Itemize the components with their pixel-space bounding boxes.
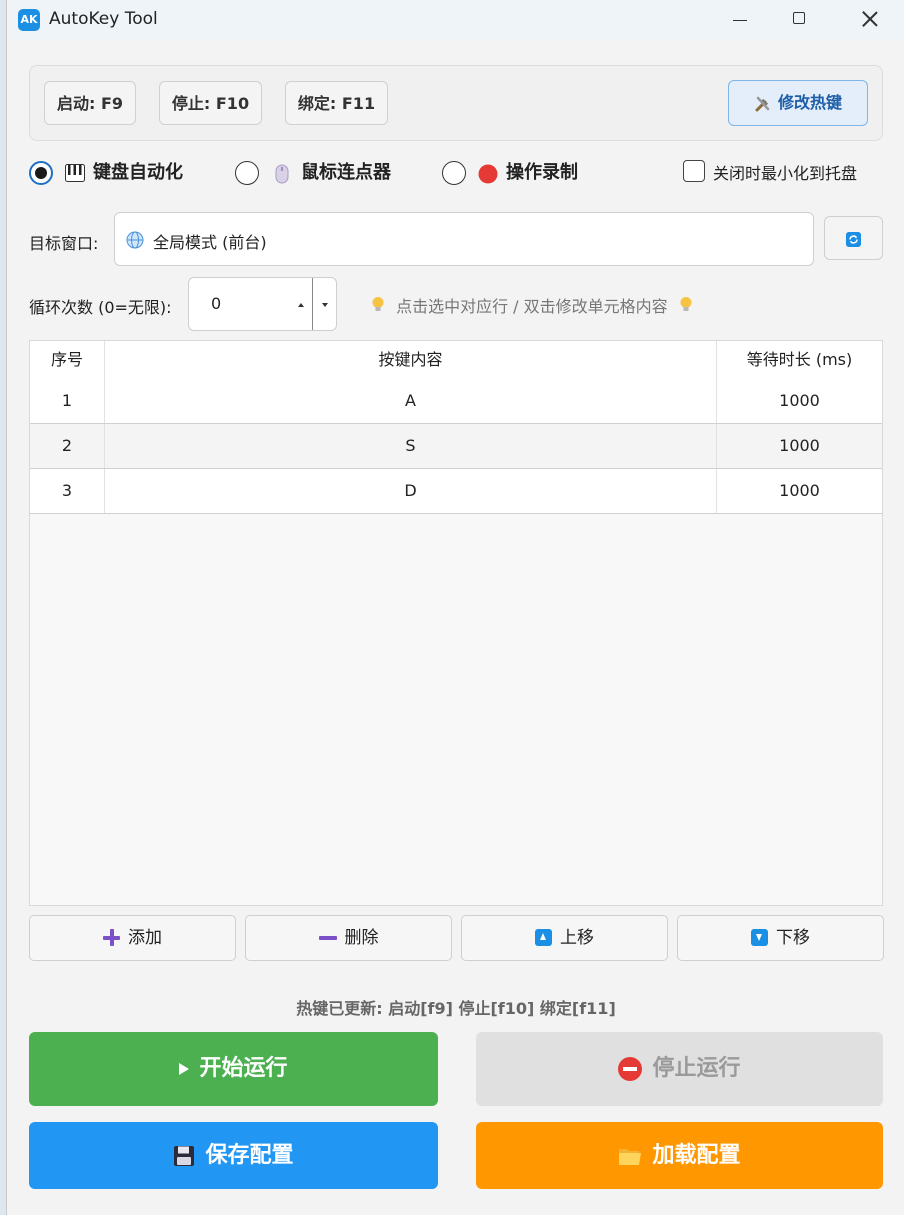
move-up-button[interactable]: 上移 [461, 915, 668, 961]
table-header: 序号 按键内容 等待时长 (ms) [30, 341, 882, 380]
globe-icon [126, 231, 144, 249]
no-entry-icon [618, 1057, 643, 1081]
table-row[interactable]: 3 D 1000 [30, 469, 882, 514]
target-window-value: 全局模式 (前台) [153, 233, 267, 252]
lightbulb-icon [680, 297, 692, 311]
hotkey-panel: 启动: F9 停止: F10 绑定: F11 修改热键 [29, 65, 883, 141]
table-row[interactable]: 2 S 1000 [30, 424, 882, 469]
radio-unchecked-icon [235, 161, 259, 185]
cell-key[interactable]: A [105, 379, 717, 423]
start-button[interactable]: 开始运行 [29, 1032, 438, 1106]
maximize-button[interactable] [777, 0, 823, 40]
delete-row-button[interactable]: 删除 [245, 915, 452, 961]
minimize-button[interactable] [717, 0, 763, 40]
tools-icon [755, 96, 770, 111]
target-window-select[interactable]: 全局模式 (前台) [114, 212, 814, 266]
maximize-icon [793, 12, 805, 24]
mode-mouse-label: 鼠标连点器 [301, 162, 391, 183]
record-icon [478, 164, 498, 184]
cell-index[interactable]: 3 [30, 469, 105, 513]
floppy-disk-icon [174, 1146, 195, 1166]
minimize-to-tray-label[interactable]: 关闭时最小化到托盘 [713, 160, 857, 184]
lightbulb-icon [372, 297, 384, 311]
target-window-label: 目标窗口: [29, 234, 99, 253]
refresh-icon [846, 232, 861, 247]
close-icon [861, 10, 879, 28]
app-window: AK AutoKey Tool 启动: F9 停止: F10 绑定: F11 修… [6, 0, 904, 1215]
cell-index[interactable]: 2 [30, 424, 105, 468]
plus-icon [103, 929, 120, 946]
refresh-window-button[interactable] [824, 216, 883, 260]
hotkey-start-badge: 启动: F9 [44, 81, 136, 125]
cell-wait[interactable]: 1000 [717, 424, 882, 468]
cell-key[interactable]: D [105, 469, 717, 513]
minimize-to-tray-checkbox[interactable] [683, 160, 705, 182]
edit-hotkey-label: 修改热键 [777, 93, 842, 112]
cell-index[interactable]: 1 [30, 379, 105, 423]
minimize-icon [733, 20, 747, 21]
stepper-down-button[interactable] [313, 278, 337, 330]
hotkey-bind-badge: 绑定: F11 [285, 81, 388, 125]
table-tip: 点击选中对应行 / 双击修改单元格内容 [371, 293, 693, 317]
start-label: 开始运行 [199, 1056, 288, 1081]
delete-row-label: 删除 [344, 928, 379, 948]
piano-icon [65, 164, 85, 182]
header-index[interactable]: 序号 [30, 341, 105, 379]
mode-keyboard-label: 键盘自动化 [93, 162, 183, 183]
move-up-label: 上移 [560, 928, 594, 948]
move-down-button[interactable]: 下移 [677, 915, 884, 961]
arrow-up-icon [535, 929, 552, 946]
chevron-down-icon [322, 303, 328, 307]
radio-checked-icon [29, 161, 53, 185]
folder-icon [619, 1149, 642, 1165]
load-config-label: 加载配置 [652, 1143, 741, 1168]
save-config-label: 保存配置 [205, 1143, 294, 1168]
mode-record-label: 操作录制 [506, 162, 578, 183]
mode-keyboard-radio[interactable]: 键盘自动化 [29, 158, 199, 188]
mode-mouse-radio[interactable]: 鼠标连点器 [235, 158, 405, 188]
hotkey-stop-badge: 停止: F10 [159, 81, 262, 125]
table-row[interactable]: 1 A 1000 [30, 379, 882, 424]
close-button[interactable] [847, 0, 893, 40]
title-bar[interactable]: AK AutoKey Tool [7, 0, 904, 40]
mode-record-radio[interactable]: 操作录制 [442, 158, 602, 188]
load-config-button[interactable]: 加载配置 [476, 1122, 883, 1189]
chevron-up-icon [298, 303, 304, 307]
radio-unchecked-icon [442, 161, 466, 185]
loop-count-value[interactable]: 0 [211, 294, 221, 313]
move-down-label: 下移 [776, 928, 810, 948]
stop-label: 停止运行 [652, 1056, 741, 1081]
save-config-button[interactable]: 保存配置 [29, 1122, 438, 1189]
status-message: 热键已更新: 启动[f9] 停止[f10] 绑定[f11] [296, 999, 616, 1018]
cell-wait[interactable]: 1000 [717, 379, 882, 423]
window-title: AutoKey Tool [49, 9, 158, 29]
play-icon [179, 1063, 190, 1075]
cell-wait[interactable]: 1000 [717, 469, 882, 513]
arrow-down-icon [751, 929, 768, 946]
add-row-button[interactable]: 添加 [29, 915, 236, 961]
table-tip-text: 点击选中对应行 / 双击修改单元格内容 [396, 297, 668, 316]
header-key-content[interactable]: 按键内容 [105, 341, 717, 379]
minus-icon [318, 929, 337, 946]
cell-key[interactable]: S [105, 424, 717, 468]
key-sequence-table[interactable]: 序号 按键内容 等待时长 (ms) 1 A 1000 2 S 1000 3 D … [29, 340, 883, 906]
loop-count-label: 循环次数 (0=无限): [29, 298, 172, 317]
stop-button[interactable]: 停止运行 [476, 1032, 883, 1106]
header-wait-duration[interactable]: 等待时长 (ms) [717, 341, 882, 379]
stepper-up-button[interactable] [289, 278, 313, 330]
mouse-icon [275, 164, 289, 184]
add-row-label: 添加 [128, 928, 162, 948]
app-logo-icon: AK [18, 9, 40, 31]
loop-count-stepper[interactable]: 0 [188, 277, 337, 331]
edit-hotkey-button[interactable]: 修改热键 [728, 80, 868, 126]
